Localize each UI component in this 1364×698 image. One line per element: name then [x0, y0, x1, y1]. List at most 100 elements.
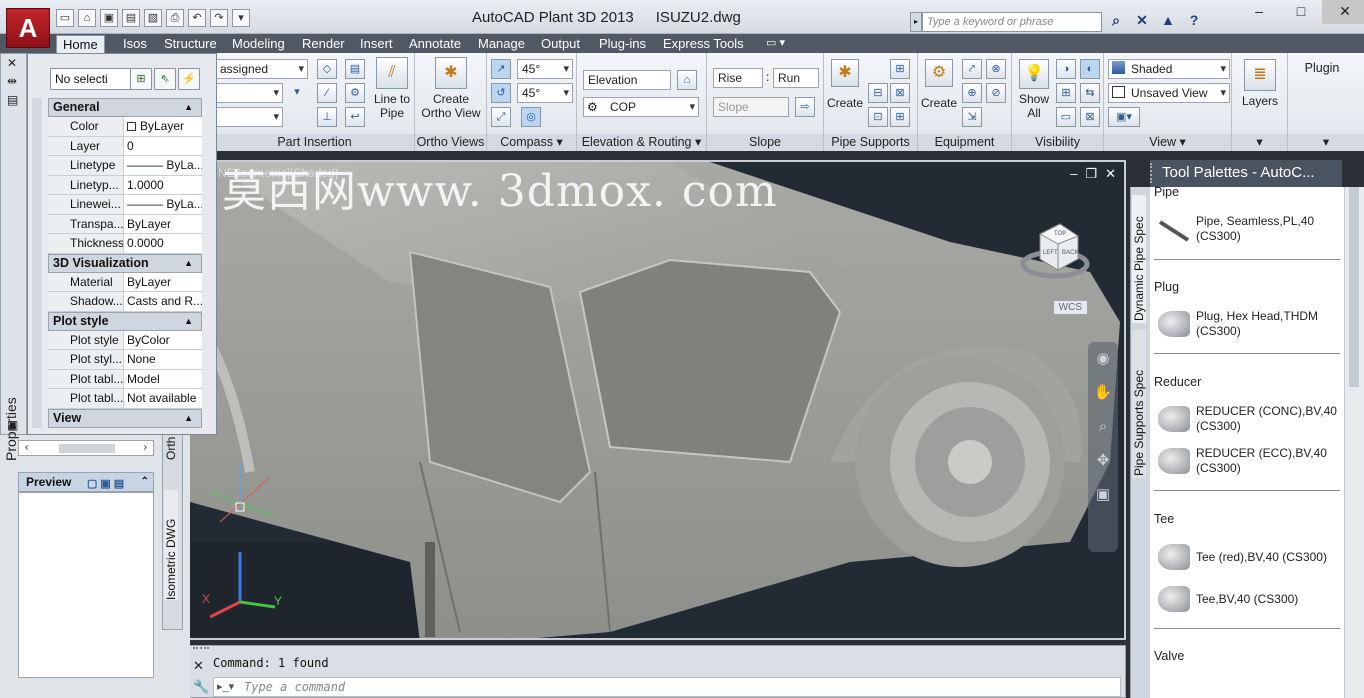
hide-icon[interactable]: ◐	[1080, 59, 1100, 79]
palette-grip-icon[interactable]	[1150, 163, 1156, 183]
equipment-modify-icon[interactable]: ⤤	[962, 59, 982, 79]
prop-value[interactable]: Casts and R...	[124, 292, 202, 311]
equipment-nozzle-icon[interactable]: ⊗	[986, 59, 1006, 79]
elevation-pick-icon[interactable]: ⌂	[677, 70, 697, 90]
saveas-icon[interactable]: ▤	[122, 9, 140, 27]
prop-row[interactable]: Linewei... ——— ByLa...	[48, 195, 202, 215]
elevation-field[interactable]: Elevation	[583, 70, 671, 90]
slope-field[interactable]: Slope	[713, 97, 789, 117]
help-icon[interactable]: ?	[1184, 12, 1204, 30]
connect-icon[interactable]: ⊥	[317, 107, 337, 127]
new-icon[interactable]: ▭	[56, 9, 74, 27]
slope-apply-icon[interactable]: ⇨	[795, 97, 815, 117]
undo-icon[interactable]: ↶	[188, 9, 206, 27]
command-input[interactable]: Type a command	[213, 677, 1121, 697]
palette-properties-icon[interactable]: ▤	[7, 93, 18, 107]
horizontal-scrollbar[interactable]: ‹ ›	[18, 440, 154, 456]
compass-angle-2[interactable]: 45°	[517, 83, 573, 103]
tab-output[interactable]: Output	[535, 35, 586, 53]
visual-style-combo[interactable]: Shaded	[1108, 59, 1230, 79]
prop-row[interactable]: Linetype ——— ByLa...	[48, 156, 202, 176]
panel-label-compass[interactable]: Compass ▾	[487, 134, 576, 151]
command-close-icon[interactable]: ✕	[193, 658, 204, 674]
run-field[interactable]: Run	[773, 68, 819, 88]
plugin-expand[interactable]: ▾	[1288, 134, 1364, 151]
elbow-icon[interactable]: ↩	[345, 107, 365, 127]
compass-toggle-icon[interactable]: ↺	[491, 83, 511, 103]
compass-snap-icon[interactable]: ↗	[491, 59, 511, 79]
close-button[interactable]: ✕	[1322, 0, 1364, 24]
part-combo[interactable]: assigned	[215, 59, 308, 79]
wcs-menu[interactable]: WCS	[1052, 300, 1088, 315]
viewcube-back[interactable]: BACK	[1062, 250, 1078, 256]
drawing-viewport[interactable]: X Y NE Isometric][Shaded] ‒ ❐ ✕ TOP LEFT…	[188, 160, 1126, 640]
tab-structure[interactable]: Structure	[158, 35, 223, 53]
scroll-left-icon[interactable]: ‹	[25, 442, 28, 453]
create-pipe-support-button[interactable]: ✱ Create	[826, 59, 864, 110]
palette-tool[interactable]: Tee,BV,40 (CS300)	[1158, 584, 1344, 618]
customize-icon[interactable]: ▾	[232, 9, 250, 27]
viewcube-left[interactable]: LEFT	[1043, 250, 1058, 256]
support-type-icon-1[interactable]: ⊞	[890, 59, 910, 79]
tab-home[interactable]: Home	[56, 35, 105, 53]
prop-row[interactable]: Plot styl... None	[48, 350, 202, 370]
prop-value[interactable]: 0	[124, 137, 202, 156]
prop-value[interactable]: ByLayer	[124, 273, 202, 292]
prop-row[interactable]: Shadow... Casts and R...	[48, 292, 202, 312]
redo-icon[interactable]: ↷	[210, 9, 228, 27]
save-icon[interactable]: ▣	[100, 9, 118, 27]
support-type-icon-5[interactable]: ⊞	[890, 107, 910, 127]
equipment-convert-icon[interactable]: ⊘	[986, 83, 1006, 103]
palette-tool[interactable]: Tee (red),BV,40 (CS300)	[1158, 542, 1344, 576]
saved-view-combo[interactable]: Unsaved View	[1108, 83, 1230, 103]
toggle-pickadd-icon[interactable]: ⊞	[130, 68, 152, 90]
prop-row[interactable]: Plot tabl... Not available	[48, 389, 202, 409]
support-type-icon-3[interactable]: ⊠	[890, 83, 910, 103]
print-icon[interactable]: ⎙	[166, 9, 184, 27]
tab-modeling[interactable]: Modeling	[226, 35, 291, 53]
tab-insert[interactable]: Insert	[354, 35, 399, 53]
preview-collapse-icon[interactable]: ⌃	[141, 473, 149, 491]
palette-menu-icon[interactable]: ▣	[7, 418, 18, 432]
visibility-icon-3[interactable]: ⊞	[1056, 83, 1076, 103]
prop-row[interactable]: Layer 0	[48, 136, 202, 156]
scroll-thumb[interactable]	[1349, 187, 1359, 387]
support-type-icon-2[interactable]: ⊟	[868, 83, 888, 103]
layers-expand[interactable]: ▾	[1232, 134, 1287, 151]
visibility-icon-5[interactable]: ▭	[1056, 107, 1076, 127]
palette-autohide-icon[interactable]: ⇹	[7, 74, 17, 88]
tab-plugins[interactable]: Plug-ins	[593, 35, 652, 53]
prop-row[interactable]: Plot style ByColor	[48, 330, 202, 350]
select-objects-icon[interactable]: ⇖	[154, 68, 176, 90]
tool-palettes-header[interactable]: Tool Palettes - AutoC...	[1150, 160, 1342, 187]
route-icon[interactable]: ⚙	[345, 83, 365, 103]
support-type-icon-4[interactable]: ⊡	[868, 107, 888, 127]
palette-tool[interactable]: Pipe, Seamless,PL,40 (CS300)	[1158, 214, 1344, 248]
tab-dynamic-pipe-spec[interactable]: Dynamic Pipe Spec	[1132, 195, 1146, 323]
isolate-icon[interactable]: ◑	[1056, 59, 1076, 79]
scroll-thumb[interactable]	[59, 444, 115, 453]
rise-field[interactable]: Rise	[713, 68, 763, 88]
ribbon-minimize-icon[interactable]: ▭ ▾	[760, 35, 791, 53]
viewport-minimize-icon[interactable]: ‒	[1070, 166, 1077, 182]
properties-scrollbar[interactable]	[32, 98, 42, 428]
compass-angle-1[interactable]: 45°	[517, 59, 573, 79]
panel-label-view[interactable]: View ▾	[1104, 134, 1231, 151]
panel-label-elevation[interactable]: Elevation & Routing ▾	[577, 134, 706, 151]
prop-value[interactable]: Model	[124, 370, 202, 389]
binoculars-icon[interactable]: ⌕	[1106, 12, 1126, 30]
visibility-icon-4[interactable]: ⇆	[1080, 83, 1100, 103]
preview-tools-icon[interactable]: ▢▣▤	[87, 475, 127, 493]
tab-annotate[interactable]: Annotate	[403, 35, 467, 53]
tab-render[interactable]: Render	[296, 35, 351, 53]
exchange-icon[interactable]: ✕	[1132, 12, 1152, 30]
search-expand-icon[interactable]: ▸	[910, 12, 922, 32]
section-general[interactable]: General	[48, 98, 202, 117]
equipment-edit-icon[interactable]: ⇲	[962, 107, 982, 127]
properties-icon[interactable]: ▤	[345, 59, 365, 79]
tag-icon[interactable]: ◇	[317, 59, 337, 79]
viewport-close-icon[interactable]: ✕	[1105, 166, 1116, 182]
prop-value[interactable]: None	[124, 350, 202, 369]
prop-value[interactable]: ByLayer	[124, 215, 202, 234]
autodesk-a360-icon[interactable]: ▲	[1158, 12, 1178, 30]
